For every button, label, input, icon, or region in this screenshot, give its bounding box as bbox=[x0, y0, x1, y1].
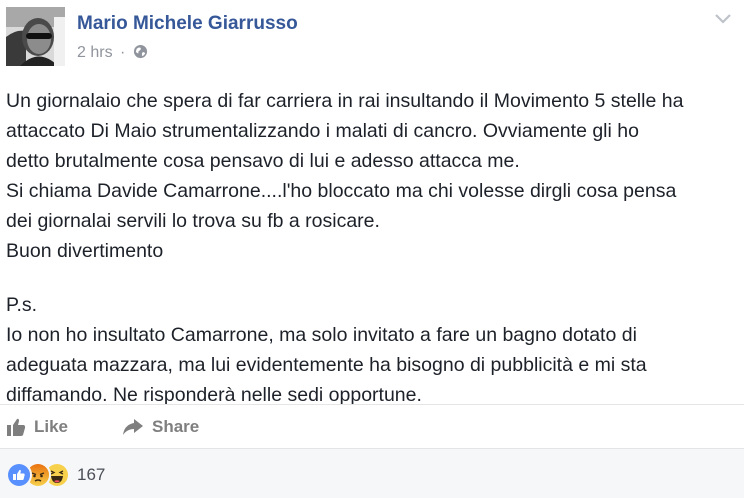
like-button[interactable]: Like bbox=[6, 415, 68, 439]
post-line: adeguata mazzara, ma lui evidentemente h… bbox=[6, 354, 647, 376]
globe-icon[interactable] bbox=[133, 44, 148, 64]
separator: · bbox=[120, 44, 126, 61]
post-line: attaccato Di Maio strumentalizzando i ma… bbox=[6, 120, 639, 142]
reactions-bar: 167 bbox=[0, 448, 744, 498]
post-line: Un giornalaio che spera di far carriera … bbox=[6, 90, 684, 112]
like-label: Like bbox=[34, 417, 69, 436]
timestamp[interactable]: 2 hrs bbox=[77, 44, 113, 61]
post-header: Mario Michele Giarrusso 2 hrs · bbox=[0, 0, 744, 78]
post-meta: 2 hrs · bbox=[77, 44, 148, 64]
chevron-down-icon[interactable] bbox=[714, 12, 732, 26]
post-line: Io non ho insultato Camarrone, ma solo i… bbox=[6, 324, 637, 346]
post-line: detto brutalmente cosa pensavo di lui e … bbox=[6, 150, 520, 172]
post-line: Buon divertimento bbox=[6, 240, 164, 262]
reaction-count[interactable]: 167 bbox=[77, 465, 105, 485]
post-line: dei giornalai servili lo trova su fb a r… bbox=[6, 210, 380, 232]
share-label: Share bbox=[152, 417, 200, 436]
facebook-post: Mario Michele Giarrusso 2 hrs · Un giorn… bbox=[0, 0, 744, 498]
post-body: Un giornalaio che spera di far carriera … bbox=[6, 86, 740, 410]
share-arrow-icon bbox=[123, 419, 143, 435]
post-actions: Like Share bbox=[0, 404, 744, 449]
share-button[interactable]: Share bbox=[122, 415, 199, 439]
post-line: P.s. bbox=[6, 294, 38, 316]
thumbs-up-icon bbox=[7, 418, 26, 436]
like-icon bbox=[6, 462, 32, 488]
post-line: Si chiama Davide Camarrone....l'ho blocc… bbox=[6, 180, 677, 202]
reaction-summary[interactable]: 167 bbox=[6, 462, 105, 488]
avatar[interactable] bbox=[6, 7, 65, 66]
author-name[interactable]: Mario Michele Giarrusso bbox=[77, 13, 298, 35]
